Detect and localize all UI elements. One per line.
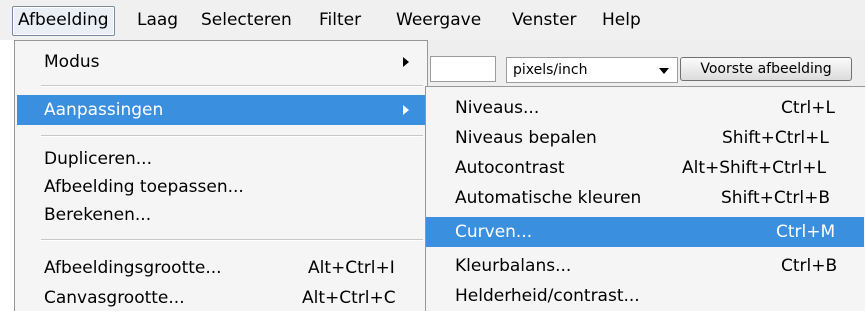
menu-laag[interactable]: Laag <box>132 6 183 34</box>
menu-item-label: Modus <box>44 52 100 72</box>
menu-item-label: Aanpassingen <box>44 100 164 120</box>
submenu-item-shortcut: Shift+Ctrl+B <box>721 188 831 208</box>
menu-item-afbeelding-toepassen[interactable]: Afbeelding toepassen... <box>15 172 427 202</box>
submenu-item-label: Helderheid/contrast... <box>455 286 640 306</box>
menu-item-dupliceren[interactable]: Dupliceren... <box>15 144 427 174</box>
submenu-arrow-icon <box>403 105 409 115</box>
submenu-item-label: Automatische kleuren <box>455 188 642 208</box>
menu-item-label: Afbeeldingsgrootte... <box>44 258 222 278</box>
submenu-item-shortcut: Alt+Shift+Ctrl+L <box>682 158 827 178</box>
menu-item-label: Afbeelding toepassen... <box>44 177 244 197</box>
menu-weergave[interactable]: Weergave <box>391 6 486 34</box>
menu-bar: Afbeelding Laag Selecteren Filter Weerga… <box>0 0 865 40</box>
menu-filter[interactable]: Filter <box>314 6 366 34</box>
unit-select-value: pixels/inch <box>513 62 588 78</box>
menu-item-afbeeldingsgrootte[interactable]: Afbeeldingsgrootte... Alt+Ctrl+I <box>15 253 427 283</box>
menu-help[interactable]: Help <box>597 6 646 34</box>
submenu-arrow-icon <box>403 57 409 67</box>
submenu-item-shortcut: Ctrl+L <box>781 98 835 118</box>
menu-item-shortcut: Alt+Ctrl+C <box>302 288 396 308</box>
submenu-item-label: Kleurbalans... <box>455 256 572 276</box>
menu-item-shortcut: Alt+Ctrl+I <box>308 258 395 278</box>
menu-separator <box>41 85 423 87</box>
submenu-item-automatische-kleuren[interactable]: Automatische kleuren Shift+Ctrl+B <box>426 183 864 213</box>
menu-item-label: Canvasgrootte... <box>44 288 185 308</box>
submenu-item-niveaus[interactable]: Niveaus... Ctrl+L <box>426 93 864 123</box>
menu-item-label: Berekenen... <box>44 205 152 225</box>
submenu-item-niveaus-bepalen[interactable]: Niveaus bepalen Shift+Ctrl+L <box>426 123 864 153</box>
submenu-item-curven[interactable]: Curven... Ctrl+M <box>426 217 864 247</box>
menu-separator <box>41 135 423 137</box>
menu-venster[interactable]: Venster <box>507 6 582 34</box>
afbeelding-dropdown-menu: Modus Aanpassingen Dupliceren... Afbeeld… <box>14 40 428 311</box>
menu-item-label: Dupliceren... <box>44 149 152 169</box>
submenu-item-label: Niveaus... <box>455 98 540 118</box>
menu-item-berekenen[interactable]: Berekenen... <box>15 200 427 230</box>
submenu-item-label: Curven... <box>455 222 533 242</box>
submenu-item-helderheid-contrast[interactable]: Helderheid/contrast... <box>426 281 864 311</box>
resolution-input[interactable] <box>430 56 496 82</box>
menu-item-canvasgrootte[interactable]: Canvasgrootte... Alt+Ctrl+C <box>15 283 427 313</box>
submenu-item-label: Niveaus bepalen <box>455 128 597 148</box>
submenu-item-shortcut: Ctrl+M <box>776 222 836 242</box>
submenu-item-label: Autocontrast <box>455 158 565 178</box>
menu-item-modus[interactable]: Modus <box>15 47 427 77</box>
menu-separator <box>41 239 423 241</box>
submenu-item-shortcut: Shift+Ctrl+L <box>722 128 829 148</box>
aanpassingen-submenu: Niveaus... Ctrl+L Niveaus bepalen Shift+… <box>425 86 865 311</box>
submenu-item-shortcut: Ctrl+B <box>781 256 838 276</box>
menu-selecteren[interactable]: Selecteren <box>196 6 297 34</box>
menu-item-aanpassingen[interactable]: Aanpassingen <box>17 95 425 125</box>
submenu-item-autocontrast[interactable]: Autocontrast Alt+Shift+Ctrl+L <box>426 153 864 183</box>
submenu-item-kleurbalans[interactable]: Kleurbalans... Ctrl+B <box>426 251 864 281</box>
unit-select[interactable]: pixels/inch <box>506 57 678 83</box>
front-image-button[interactable]: Voorste afbeelding <box>680 57 852 81</box>
dropdown-arrow-icon <box>659 68 669 74</box>
options-toolbar: pixels/inch Voorste afbeelding <box>428 40 865 87</box>
menu-afbeelding[interactable]: Afbeelding <box>12 6 115 36</box>
